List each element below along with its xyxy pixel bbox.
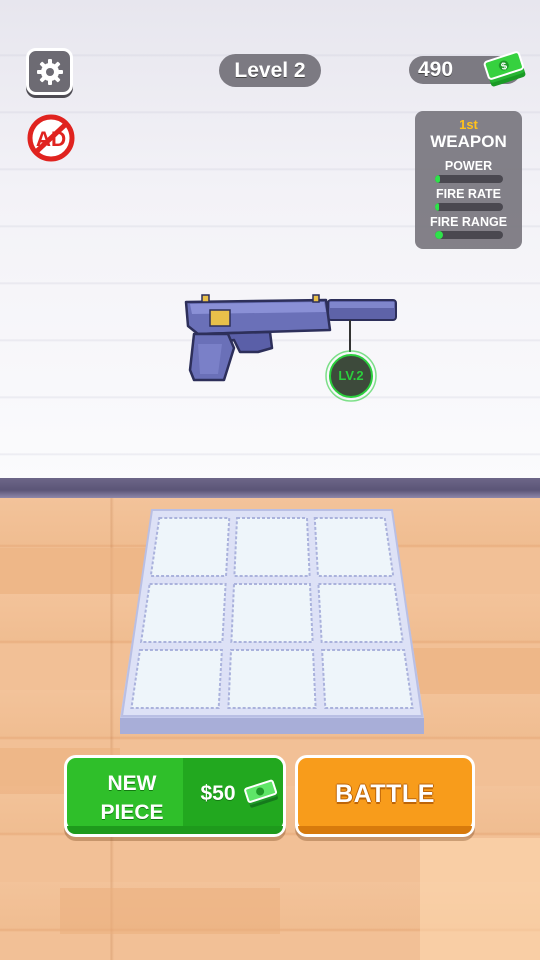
cash-stack-icon: $ [483,51,526,87]
gear-icon [36,58,63,85]
grid-cell-3[interactable] [313,517,395,577]
grid-cell-9[interactable] [321,649,414,709]
stat-label-fire-rate: FIRE RATE [435,187,502,201]
no-ads-button[interactable]: AD [26,114,76,162]
cash-amount: 490 [418,58,454,81]
battle-label: BATTLE [298,758,472,830]
weapon-rank: 1st [459,117,478,132]
stat-label-fire-range: FIRE RANGE [429,215,508,229]
weapon-level-label: LV.2 [338,368,364,383]
stat-label-power: POWER [444,159,493,173]
new-piece-label: NEW PIECE [100,772,164,824]
merge-grid [120,509,424,734]
grid-cell-7[interactable] [130,649,223,709]
battle-button[interactable]: BATTLE [295,755,475,837]
no-ads-icon: AD [27,114,75,162]
stat-bar-power [435,175,503,183]
new-piece-button[interactable]: NEW PIECE $50 [64,755,286,837]
weapon-stats-panel: 1st WEAPON POWER FIRE RATE FIRE RANGE [415,111,522,249]
grid-cell-2[interactable] [233,517,311,577]
grid-cell-5[interactable] [230,583,314,643]
cash-stack-icon [244,779,278,808]
wall-trim [0,478,540,498]
grid-cell-1[interactable] [149,517,231,577]
level-indicator: Level 2 [219,54,321,87]
stat-bar-fire-range [435,231,503,239]
new-piece-price: $50 [200,782,236,805]
weapon-panel-title: WEAPON [430,132,507,151]
stat-bar-fire-rate [435,203,503,211]
grid-cell-8[interactable] [227,649,317,709]
grid-cell-6[interactable] [317,583,405,643]
grid-cell-4[interactable] [139,583,227,643]
settings-button[interactable] [26,48,73,95]
